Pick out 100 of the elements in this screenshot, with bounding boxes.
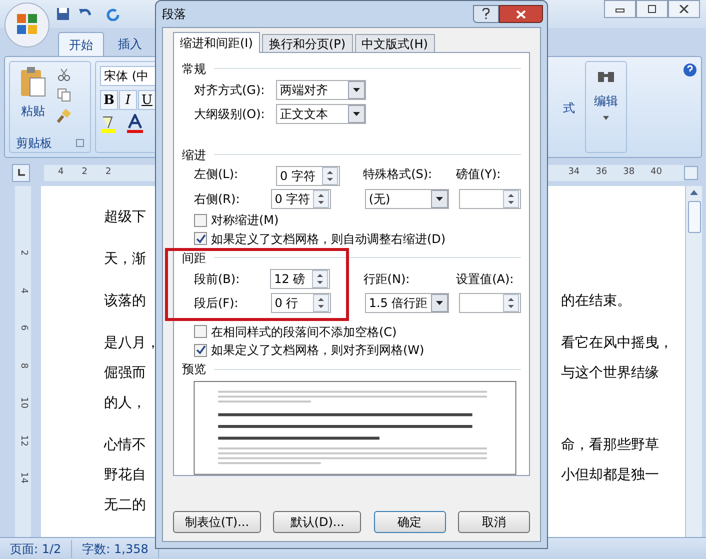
help-icon[interactable] bbox=[683, 63, 697, 77]
spin-field[interactable]: 12 磅 bbox=[270, 269, 330, 290]
section-heading: 间距 bbox=[182, 250, 206, 267]
ruler-number: 34 bbox=[568, 166, 580, 180]
scroll-up-icon[interactable] bbox=[690, 190, 698, 195]
checkbox[interactable] bbox=[194, 214, 207, 227]
spinner-icon[interactable] bbox=[322, 166, 338, 185]
field-label: 段后(F): bbox=[194, 294, 240, 312]
field-label: 设置值(A): bbox=[456, 271, 515, 288]
ruler-number: 8 bbox=[18, 362, 30, 368]
ruler-number: 2 bbox=[18, 250, 30, 256]
status-text[interactable]: 页面: 1/2 bbox=[0, 540, 72, 558]
help-icon bbox=[482, 8, 490, 20]
scroll-thumb[interactable] bbox=[688, 201, 700, 233]
editing-label[interactable]: 编辑 bbox=[594, 92, 618, 110]
paste-icon[interactable] bbox=[19, 66, 47, 98]
tab-stop-icon bbox=[17, 169, 25, 177]
dialog-tab[interactable]: 中文版式(H) bbox=[354, 34, 435, 52]
section-heading: 缩进 bbox=[182, 146, 206, 164]
document-text: 看它在风中摇曳， bbox=[561, 334, 674, 352]
office-button-icon[interactable] bbox=[4, 2, 50, 48]
copy-icon[interactable] bbox=[57, 88, 71, 102]
dialog-button[interactable]: 默认(D)... bbox=[273, 511, 362, 533]
field-label: 特殊格式(S): bbox=[363, 166, 434, 184]
ribbon-tab[interactable]: 开始 bbox=[58, 32, 104, 56]
ruler-number: 4 bbox=[58, 166, 64, 180]
spin-field[interactable] bbox=[458, 189, 521, 210]
dropdown-caret-icon[interactable] bbox=[348, 104, 365, 123]
ruler-number: 38 bbox=[623, 166, 635, 180]
maximize-button[interactable] bbox=[636, 0, 668, 18]
tab-selector[interactable] bbox=[12, 164, 30, 182]
field-label: 大纲级别(O): bbox=[194, 106, 266, 123]
spin-field[interactable]: 0 字符 bbox=[276, 166, 340, 186]
spinner-icon[interactable] bbox=[313, 294, 330, 312]
format-button[interactable]: B bbox=[100, 90, 118, 110]
close-button[interactable] bbox=[499, 5, 543, 23]
document-text: 心情不 bbox=[104, 436, 146, 454]
field-label: 左侧(L): bbox=[194, 166, 240, 184]
checkmark-icon bbox=[196, 345, 206, 356]
scissors-icon[interactable] bbox=[57, 68, 71, 82]
save-icon[interactable] bbox=[56, 7, 70, 21]
font-field[interactable]: 宋体 (中 bbox=[100, 66, 158, 86]
section-heading: 常规 bbox=[182, 60, 206, 78]
styles-label[interactable]: 式 bbox=[563, 99, 575, 117]
spin-field[interactable]: 0 字符 bbox=[270, 189, 332, 210]
field-label: 磅值(Y): bbox=[456, 166, 502, 184]
ruler-number: 12 bbox=[18, 434, 30, 446]
document-text: 倔强而 bbox=[104, 364, 146, 382]
dropdown-caret-icon[interactable] bbox=[348, 81, 365, 100]
group-label: 剪贴板 bbox=[16, 135, 52, 152]
format-button[interactable]: U bbox=[138, 90, 156, 110]
dropdown-field[interactable]: (无) bbox=[364, 189, 450, 210]
field-label: 右侧(R): bbox=[194, 191, 241, 208]
close-icon bbox=[516, 10, 526, 18]
checkbox-label[interactable]: 对称缩进(M) bbox=[211, 211, 279, 230]
help-button[interactable] bbox=[473, 5, 499, 23]
spinner-icon[interactable] bbox=[313, 190, 330, 208]
ruler-number: 4 bbox=[18, 287, 30, 294]
spinner-icon[interactable] bbox=[502, 294, 519, 312]
dialog-tab[interactable]: 换行和分页(P) bbox=[262, 34, 353, 52]
caret-icon[interactable] bbox=[603, 116, 609, 120]
vertical-scrollbar[interactable] bbox=[685, 186, 702, 537]
document-text: 命，看那些野草 bbox=[561, 436, 660, 454]
document-text: 天，渐 bbox=[104, 250, 146, 268]
checkbox[interactable] bbox=[194, 232, 207, 246]
spinner-icon[interactable] bbox=[312, 270, 328, 288]
ribbon-tab[interactable]: 插入 bbox=[108, 32, 152, 56]
dropdown-caret-icon[interactable] bbox=[431, 294, 448, 312]
spinner-icon[interactable] bbox=[502, 190, 519, 208]
document-text: 野花自 bbox=[104, 466, 146, 484]
dropdown-field[interactable]: 正文文本 bbox=[276, 104, 366, 124]
minimize-button[interactable] bbox=[604, 0, 636, 18]
field-label: 对齐方式(G): bbox=[194, 82, 266, 100]
font-color-icon[interactable] bbox=[126, 114, 144, 134]
format-button[interactable]: I bbox=[119, 90, 137, 110]
dialog-button[interactable]: 制表位(T)... bbox=[173, 511, 261, 533]
close-icon bbox=[679, 5, 689, 13]
dialog-button[interactable]: 确定 bbox=[374, 511, 446, 533]
checkbox-label[interactable]: 如果定义了文档网格，则对齐到网格(W) bbox=[211, 341, 424, 360]
dropdown-field[interactable]: 1.5 倍行距 bbox=[364, 292, 450, 313]
launcher-icon[interactable] bbox=[76, 139, 84, 147]
maximize-icon bbox=[647, 5, 657, 13]
spin-field[interactable]: 0 行 bbox=[270, 292, 332, 313]
redo-icon[interactable] bbox=[106, 7, 120, 21]
ruler-number: 2 bbox=[105, 166, 112, 180]
dropdown-field[interactable]: 两端对齐 bbox=[276, 80, 366, 100]
ruler-number: 10 bbox=[18, 397, 30, 408]
dialog-tab[interactable]: 缩进和间距(I) bbox=[173, 32, 260, 53]
dialog-button[interactable]: 取消 bbox=[458, 511, 530, 533]
field-label: 行距(N): bbox=[363, 271, 411, 288]
document-text: 超级下 bbox=[104, 208, 146, 226]
checkbox-label[interactable]: 如果定义了文档网格，则自动调整右缩进(D) bbox=[211, 230, 446, 248]
paste-label[interactable]: 粘贴 bbox=[21, 102, 45, 120]
spin-field[interactable] bbox=[458, 292, 521, 313]
checkbox-label[interactable]: 在相同样式的段落间不添加空格(C) bbox=[211, 322, 397, 341]
checkbox[interactable] bbox=[194, 344, 207, 357]
field-label: 段前(B): bbox=[194, 271, 241, 288]
checkbox[interactable] bbox=[194, 325, 207, 338]
dropdown-caret-icon[interactable] bbox=[431, 190, 448, 208]
close-button[interactable] bbox=[668, 0, 700, 18]
